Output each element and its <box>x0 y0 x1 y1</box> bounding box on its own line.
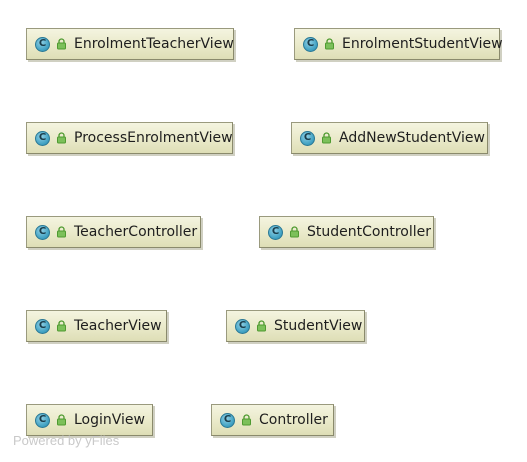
class-node-label: TeacherView <box>74 318 162 334</box>
lock-icon <box>322 132 331 144</box>
class-node-label: EnrolmentTeacherView <box>74 36 234 52</box>
class-diagram: C EnrolmentTeacherView C EnrolmentStuden… <box>0 0 527 462</box>
lock-icon <box>57 226 66 238</box>
lock-icon <box>57 414 66 426</box>
class-icon: C <box>303 36 318 52</box>
class-icon: C <box>35 412 50 428</box>
class-node-label: AddNewStudentView <box>339 130 485 146</box>
class-node-label: TeacherController <box>74 224 198 240</box>
class-icon: C <box>35 36 50 52</box>
class-node-enrolment-student-view[interactable]: C EnrolmentStudentView <box>294 28 503 60</box>
class-node-controller[interactable]: C Controller <box>211 404 334 436</box>
class-node-enrolment-teacher-view[interactable]: C EnrolmentTeacherView <box>26 28 234 60</box>
class-node-student-controller[interactable]: C StudentController <box>259 216 434 248</box>
lock-icon <box>290 226 299 238</box>
class-node-label: Controller <box>259 412 328 428</box>
class-node-label: LoginView <box>74 412 145 428</box>
watermark: Powered by yFiles <box>13 433 120 448</box>
class-node-student-view[interactable]: C StudentView <box>226 310 365 342</box>
class-node-teacher-view[interactable]: C TeacherView <box>26 310 167 342</box>
class-node-add-new-student-view[interactable]: C AddNewStudentView <box>291 122 488 154</box>
lock-icon <box>57 132 66 144</box>
lock-icon <box>57 38 66 50</box>
class-icon: C <box>268 224 283 240</box>
class-node-teacher-controller[interactable]: C TeacherController <box>26 216 201 248</box>
class-node-label: EnrolmentStudentView <box>342 36 503 52</box>
class-icon: C <box>235 318 250 334</box>
class-node-label: StudentView <box>274 318 363 334</box>
lock-icon <box>242 414 251 426</box>
class-icon: C <box>35 318 50 334</box>
class-node-login-view[interactable]: C LoginView <box>26 404 153 436</box>
class-node-label: StudentController <box>307 224 431 240</box>
lock-icon <box>57 320 66 332</box>
lock-icon <box>325 38 334 50</box>
class-icon: C <box>220 412 235 428</box>
class-node-label: ProcessEnrolmentView <box>74 130 233 146</box>
class-node-process-enrolment-view[interactable]: C ProcessEnrolmentView <box>26 122 233 154</box>
class-icon: C <box>300 130 315 146</box>
class-icon: C <box>35 130 50 146</box>
class-icon: C <box>35 224 50 240</box>
lock-icon <box>257 320 266 332</box>
